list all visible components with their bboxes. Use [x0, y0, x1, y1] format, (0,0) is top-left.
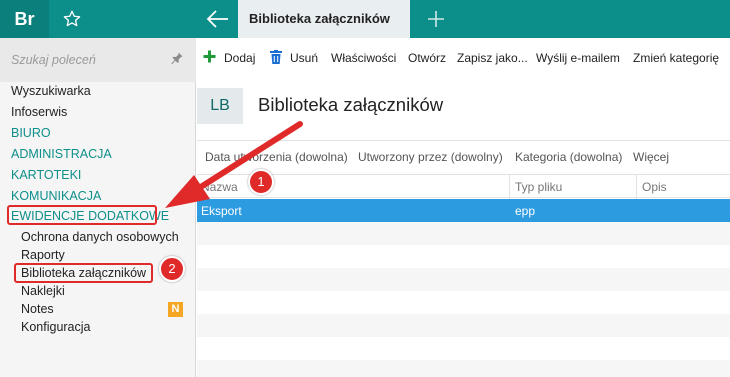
filter-created-by[interactable]: Utworzony przez (dowolny) [358, 150, 503, 164]
sidebar-item-infoserwis[interactable]: Infoserwis [11, 105, 67, 119]
sidebar-item-wyszukiwarka[interactable]: Wyszukiwarka [11, 84, 91, 98]
grid-header: Nazwa Typ pliku Opis [197, 174, 730, 199]
sidebar-category-administracja[interactable]: ADMINISTRACJA [11, 147, 112, 161]
app-logo[interactable]: Br [0, 0, 49, 38]
filter-category[interactable]: Kategoria (dowolna) [515, 150, 622, 164]
properties-button[interactable]: Właściwości [331, 51, 396, 65]
empty-row [197, 268, 730, 291]
sidebar-category-biuro[interactable]: BIURO [11, 126, 51, 140]
search-commands-input[interactable] [11, 50, 171, 70]
filter-more[interactable]: Więcej [633, 150, 669, 164]
sidebar-item-notes[interactable]: Notes [21, 302, 54, 316]
add-button[interactable]: Dodaj [224, 51, 255, 65]
column-header-name[interactable]: Nazwa [201, 180, 238, 194]
empty-row [197, 291, 730, 314]
empty-row [197, 222, 730, 245]
column-separator[interactable] [509, 175, 510, 199]
pin-icon[interactable] [170, 51, 184, 68]
filter-bar: Data utworzenia (dowolna) Utworzony prze… [197, 140, 730, 172]
cell-name: Eksport [201, 204, 242, 218]
empty-row [197, 337, 730, 360]
sidebar-item-raporty[interactable]: Raporty [21, 248, 65, 262]
notes-badge: N [168, 302, 183, 317]
empty-row [197, 245, 730, 268]
highlight-biblioteka-box [14, 263, 153, 283]
column-header-type[interactable]: Typ pliku [515, 180, 562, 194]
sidebar-category-komunikacja[interactable]: KOMUNIKACJA [11, 189, 101, 203]
module-badge: LB [197, 88, 243, 124]
sidebar-item-ochrona-danych[interactable]: Ochrona danych osobowych [21, 230, 179, 244]
change-category-button[interactable]: Zmień kategorię [633, 51, 719, 65]
top-bar: Br Biblioteka załączników [0, 0, 730, 38]
back-arrow-icon[interactable] [200, 0, 236, 38]
tab-biblioteka[interactable]: Biblioteka załączników [238, 0, 410, 38]
empty-row [197, 314, 730, 337]
delete-button[interactable]: Usuń [290, 51, 318, 65]
highlight-ewidencje-box [7, 205, 157, 225]
sidebar: Wyszukiwarka Infoserwis BIURO ADMINISTRA… [0, 38, 196, 377]
email-button[interactable]: Wyślij e-mailem [536, 51, 620, 65]
plus-icon[interactable] [203, 50, 216, 66]
column-separator[interactable] [636, 175, 637, 199]
step-badge-1: 1 [248, 169, 274, 195]
sidebar-item-naklejki[interactable]: Naklejki [21, 284, 65, 298]
open-button[interactable]: Otwórz [408, 51, 446, 65]
save-as-button[interactable]: Zapisz jako... [457, 51, 528, 65]
step-badge-2: 2 [159, 256, 185, 282]
empty-row [197, 360, 730, 377]
table-row[interactable]: Eksport epp [197, 199, 730, 222]
sidebar-search [0, 38, 196, 82]
sidebar-category-kartoteki[interactable]: KARTOTEKI [11, 168, 81, 182]
sidebar-item-konfiguracja[interactable]: Konfiguracja [21, 320, 91, 334]
column-header-desc[interactable]: Opis [642, 180, 667, 194]
toolbar: Dodaj Usuń Właściwości Otwórz Zapisz jak… [197, 38, 730, 78]
star-icon[interactable] [49, 0, 94, 38]
page-header: LB Biblioteka załączników [197, 78, 730, 136]
page-title: Biblioteka załączników [258, 94, 444, 115]
trash-icon[interactable] [270, 50, 282, 67]
cell-type: epp [515, 204, 536, 218]
new-tab-plus-icon[interactable] [420, 0, 452, 38]
filter-created-date[interactable]: Data utworzenia (dowolna) [205, 150, 348, 164]
